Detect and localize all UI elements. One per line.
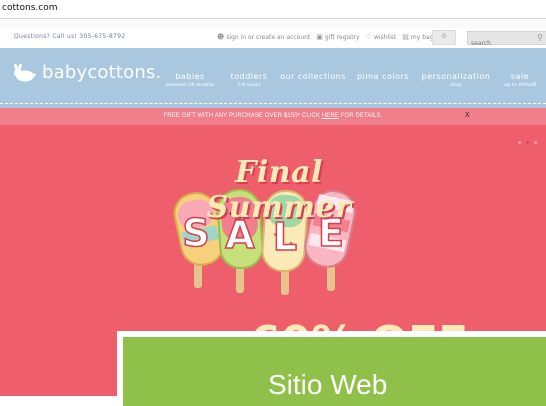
bag-count-badge[interactable]: 0	[432, 30, 456, 45]
nav-personalization-label: personalization	[421, 72, 491, 81]
my-bag-label: my bag	[410, 33, 434, 41]
nav-our-collections-label: our collections	[280, 72, 346, 81]
search-box[interactable]: ⚲	[467, 31, 546, 50]
nav-toddlers-label: toddlers	[230, 72, 268, 81]
my-bag-link[interactable]: ▤ my bag	[402, 33, 433, 41]
overlay-title: Sitio Web	[268, 369, 388, 400]
promo-text-after: FOR DETAILS.	[338, 113, 383, 119]
nav-sale-label: sale	[510, 72, 530, 81]
phone-contact: Questions? Call us! 305-675-8792	[14, 33, 126, 40]
carousel-dot-active[interactable]	[526, 141, 529, 144]
nav-our-collections[interactable]: our collections	[280, 72, 346, 81]
search-icon[interactable]: ⚲	[537, 33, 543, 42]
logo[interactable]: babycottons.	[12, 62, 161, 83]
nav-babies[interactable]: babies preemie-24 months	[161, 72, 219, 88]
hero-headline: Final Summer	[206, 155, 352, 225]
utility-bar: Questions? Call us! 305-675-8792 ☻ sign …	[0, 28, 546, 50]
nav-babies-label: babies	[175, 72, 205, 81]
wishlist-link[interactable]: ♡ wishlist	[366, 33, 397, 41]
nav-sale[interactable]: sale up to 60%off	[500, 72, 540, 88]
carousel-dots[interactable]	[518, 141, 537, 144]
carousel-dot[interactable]	[534, 141, 537, 144]
rabbit-logo-icon	[14, 63, 36, 81]
carousel-dot[interactable]	[518, 141, 521, 144]
nav-babies-sub: preemie-24 months	[165, 82, 215, 88]
nav-toddlers[interactable]: toddlers 2-8 years	[226, 72, 272, 88]
nav-divider	[0, 103, 546, 104]
promo-text-before: FREE GIFT WITH ANY PURCHASE OVER $150* C…	[163, 113, 322, 119]
page-bottom-strip	[0, 396, 118, 406]
nav-personalization[interactable]: personalization shop	[421, 72, 491, 88]
sign-in-link[interactable]: ☻ sign in or create an account	[217, 33, 310, 41]
browser-strip	[0, 19, 546, 28]
sign-in-label: sign in or create an account	[226, 33, 311, 41]
gift-registry-link[interactable]: ▣ gift registry	[316, 33, 359, 41]
promo-details-link[interactable]: HERE	[322, 113, 339, 119]
account-links: ☻ sign in or create an account ▣ gift re…	[217, 31, 434, 43]
main-nav: babycottons. babies preemie-24 months to…	[0, 48, 546, 108]
promo-bar: FREE GIFT WITH ANY PURCHASE OVER $150* C…	[0, 108, 546, 125]
user-icon: ☻	[217, 33, 225, 41]
bag-icon: ▤	[402, 33, 409, 41]
nav-toddlers-sub: 2-8 years	[237, 82, 261, 88]
sitio-web-overlay: Sitio Web	[117, 331, 546, 406]
nav-personalization-sub: shop	[450, 82, 462, 88]
gift-registry-label: gift registry	[324, 33, 360, 41]
heart-icon: ♡	[365, 33, 372, 41]
logo-text: babycottons.	[42, 62, 162, 83]
address-text: cottons.com	[2, 3, 58, 13]
nav-sale-sub: up to 60%off	[503, 82, 537, 88]
gift-icon: ▣	[316, 33, 323, 41]
wishlist-label: wishlist	[373, 33, 397, 41]
nav-pima-colors-label: pima colors	[357, 72, 409, 81]
promo-close-button[interactable]: X	[465, 112, 470, 119]
nav-pima-colors[interactable]: pima colors	[355, 72, 411, 81]
browser-address-bar[interactable]: cottons.com	[0, 0, 546, 19]
